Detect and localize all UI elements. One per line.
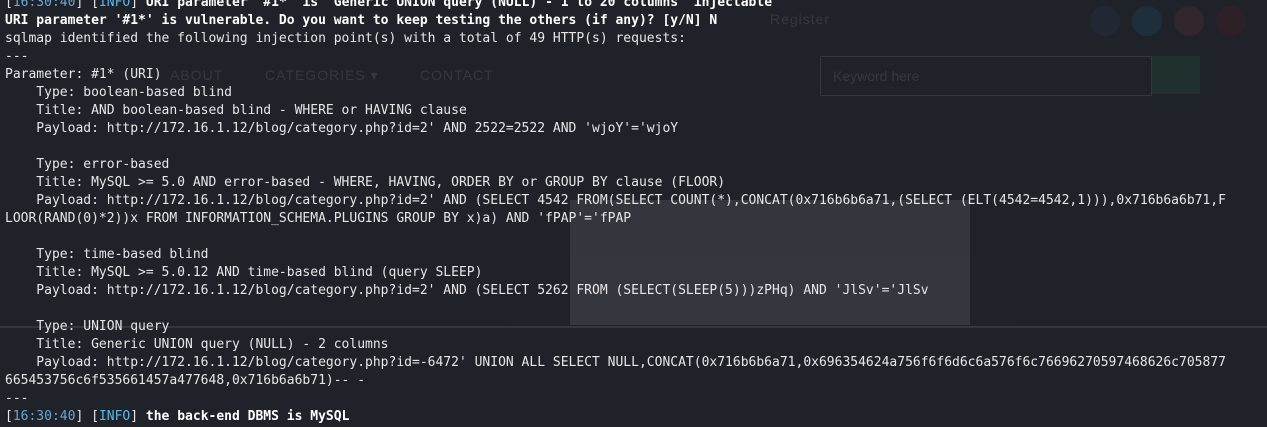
line-text: sqlmap identified the following injectio… [5,31,686,46]
terminal-line: Payload: http://172.16.1.12/blog/categor… [5,354,1226,372]
terminal-line: Title: MySQL >= 5.0.12 AND time-based bl… [5,264,1226,282]
terminal-line: Type: UNION query [5,318,1226,336]
line-text: Parameter: #1* (URI) [5,67,162,82]
line-text: Title: MySQL >= 5.0 AND error-based - WH… [5,175,726,190]
terminal-line: Type: boolean-based blind [5,84,1226,102]
line-text: Payload: http://172.16.1.12/blog/categor… [5,121,679,136]
line-text: Payload: http://172.16.1.12/blog/categor… [5,355,1226,370]
log-timestamp: 16:30:40 [12,409,76,424]
log-message: the back-end DBMS is MySQL [145,409,350,424]
terminal-line: sqlmap identified the following injectio… [5,30,1226,48]
terminal-line: [16:30:40] [INFO] URI parameter '#1*' is… [5,0,1226,12]
line-text: Type: boolean-based blind [5,85,232,100]
terminal-line: Type: time-based blind [5,246,1226,264]
terminal-line: Type: error-based [5,156,1226,174]
line-text: --- [5,49,29,64]
terminal-line: --- [5,48,1226,66]
line-text: URI parameter '#1*' is vulnerable. Do yo… [5,13,718,28]
line-text: Title: AND boolean-based blind - WHERE o… [5,103,467,118]
log-level-badge: INFO [98,409,131,424]
terminal-line: 665453756c6f535661457a477648,0x716b6a6b7… [5,372,1226,390]
line-text: Type: UNION query [5,319,170,334]
terminal-output: [16:30:40] [INFO] URI parameter '#1*' is… [5,0,1226,426]
terminal-line: Payload: http://172.16.1.12/blog/categor… [5,120,1226,138]
terminal-line: URI parameter '#1*' is vulnerable. Do yo… [5,12,1226,30]
line-text: Type: time-based blind [5,247,209,262]
terminal-line: Title: MySQL >= 5.0 AND error-based - WH… [5,174,1226,192]
terminal-line: Title: Generic UNION query (NULL) - 2 co… [5,336,1226,354]
line-text: Title: MySQL >= 5.0.12 AND time-based bl… [5,265,483,280]
log-timestamp: 16:30:40 [12,0,76,10]
terminal-line: [16:30:40] [INFO] the back-end DBMS is M… [5,409,350,424]
line-text: Title: Generic UNION query (NULL) - 2 co… [5,337,389,352]
line-text: 665453756c6f535661457a477648,0x716b6a6b7… [5,373,366,388]
line-text: Payload: http://172.16.1.12/blog/categor… [5,193,1226,208]
log-level-badge: INFO [98,0,131,10]
line-text: LOOR(RAND(0)*2))x FROM INFORMATION_SCHEM… [5,211,632,226]
terminal-line: LOOR(RAND(0)*2))x FROM INFORMATION_SCHEM… [5,210,1226,228]
terminal-line: Parameter: #1* (URI) [5,66,1226,84]
line-text: Type: error-based [5,157,170,172]
line-text: Payload: http://172.16.1.12/blog/categor… [5,283,929,298]
line-text: --- [5,391,29,406]
terminal-line: Payload: http://172.16.1.12/blog/categor… [5,282,1226,300]
terminal-line: Title: AND boolean-based blind - WHERE o… [5,102,1226,120]
terminal-window[interactable]: ABOUT CATEGORIES ▾ CONTACT Register Keyw… [0,0,1267,427]
terminal-line: Payload: http://172.16.1.12/blog/categor… [5,192,1226,210]
log-message: URI parameter '#1*' is 'Generic UNION qu… [145,0,773,10]
terminal-line: --- [5,390,1226,408]
